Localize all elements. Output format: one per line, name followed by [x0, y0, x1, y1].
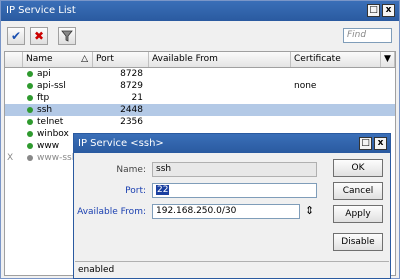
find-input[interactable]: Find	[343, 28, 392, 43]
available-from-label: Available From:	[77, 207, 146, 217]
row-available-from	[152, 92, 290, 104]
header-flag	[5, 52, 23, 67]
column-menu-icon[interactable]: ▼	[381, 52, 395, 67]
row-port: 21	[131, 93, 143, 103]
header-port[interactable]: Port	[93, 52, 149, 67]
disable-button[interactable]: Disable	[333, 233, 383, 251]
row-name: ftp	[37, 93, 50, 103]
dialog-maximize-button[interactable]: □	[359, 137, 372, 150]
port-field[interactable]: 22	[152, 183, 317, 198]
status-dot-icon	[27, 71, 33, 77]
row-flag	[7, 140, 21, 152]
row-port: 2356	[120, 117, 143, 127]
status-dot-icon	[27, 143, 33, 149]
name-field: ssh	[152, 162, 317, 177]
table-row[interactable]: api-ssl 8729 none	[5, 80, 395, 92]
window-title: IP Service List	[6, 5, 76, 16]
header-certificate[interactable]: Certificate	[291, 52, 381, 67]
window-titlebar[interactable]: IP Service List □ x	[1, 1, 399, 21]
close-button[interactable]: x	[382, 4, 395, 17]
row-available-from	[152, 68, 290, 80]
name-label: Name:	[116, 165, 146, 175]
maximize-button[interactable]: □	[367, 4, 380, 17]
dialog-title: IP Service <ssh>	[78, 138, 164, 149]
row-available-from	[152, 104, 290, 116]
table-header: Name △ Port Available From Certificate ▼	[5, 52, 395, 68]
row-port: 8729	[120, 81, 143, 91]
dialog-titlebar[interactable]: IP Service <ssh> □ x	[74, 134, 390, 153]
row-flag: X	[7, 153, 14, 163]
port-value: 22	[156, 185, 170, 195]
updown-icon[interactable]: ⇕	[305, 204, 314, 217]
status-dot-icon	[27, 155, 33, 161]
row-certificate	[294, 116, 380, 128]
toolbar: ✔ ✖ Find	[1, 21, 399, 51]
port-label: Port:	[125, 186, 146, 196]
ip-service-dialog: IP Service <ssh> □ x Name: ssh Port: 22 …	[73, 133, 391, 279]
header-name[interactable]: Name △	[23, 52, 93, 67]
status-dot-icon	[27, 131, 33, 137]
row-flag	[7, 80, 21, 92]
apply-button[interactable]: Apply	[333, 205, 383, 223]
ok-button[interactable]: OK	[333, 159, 383, 177]
available-from-field[interactable]: 192.168.250.0/30	[152, 204, 300, 219]
filter-icon[interactable]	[58, 27, 76, 45]
dialog-close-button[interactable]: x	[374, 137, 387, 150]
row-name: api-ssl	[37, 81, 66, 91]
cancel-button[interactable]: Cancel	[333, 182, 383, 200]
row-flag	[7, 104, 21, 116]
status-dot-icon	[27, 83, 33, 89]
status-dot-icon	[27, 95, 33, 101]
row-available-from	[152, 116, 290, 128]
row-certificate	[294, 92, 380, 104]
row-port: 2448	[120, 105, 143, 115]
row-name: telnet	[37, 117, 64, 127]
table-row[interactable]: ssh 2448	[5, 104, 395, 116]
enable-icon[interactable]: ✔	[7, 27, 25, 45]
row-certificate: none	[294, 81, 317, 91]
table-row[interactable]: telnet 2356	[5, 116, 395, 128]
row-flag	[7, 116, 21, 128]
row-port: 8728	[120, 69, 143, 79]
row-certificate	[294, 104, 380, 116]
row-name: api	[37, 69, 51, 79]
sort-icon: △	[81, 54, 88, 64]
row-available-from	[152, 80, 290, 92]
header-available-from[interactable]: Available From	[149, 52, 291, 67]
row-flag	[7, 128, 21, 140]
disable-icon[interactable]: ✖	[30, 27, 48, 45]
table-row[interactable]: ftp 21	[5, 92, 395, 104]
table-row[interactable]: api 8728	[5, 68, 395, 80]
status-dot-icon	[27, 119, 33, 125]
row-flag	[7, 68, 21, 80]
dialog-status-bar: enabled	[75, 261, 389, 278]
row-name: ssh	[37, 105, 53, 115]
row-certificate	[294, 68, 380, 80]
status-dot-icon	[27, 107, 33, 113]
row-flag	[7, 92, 21, 104]
